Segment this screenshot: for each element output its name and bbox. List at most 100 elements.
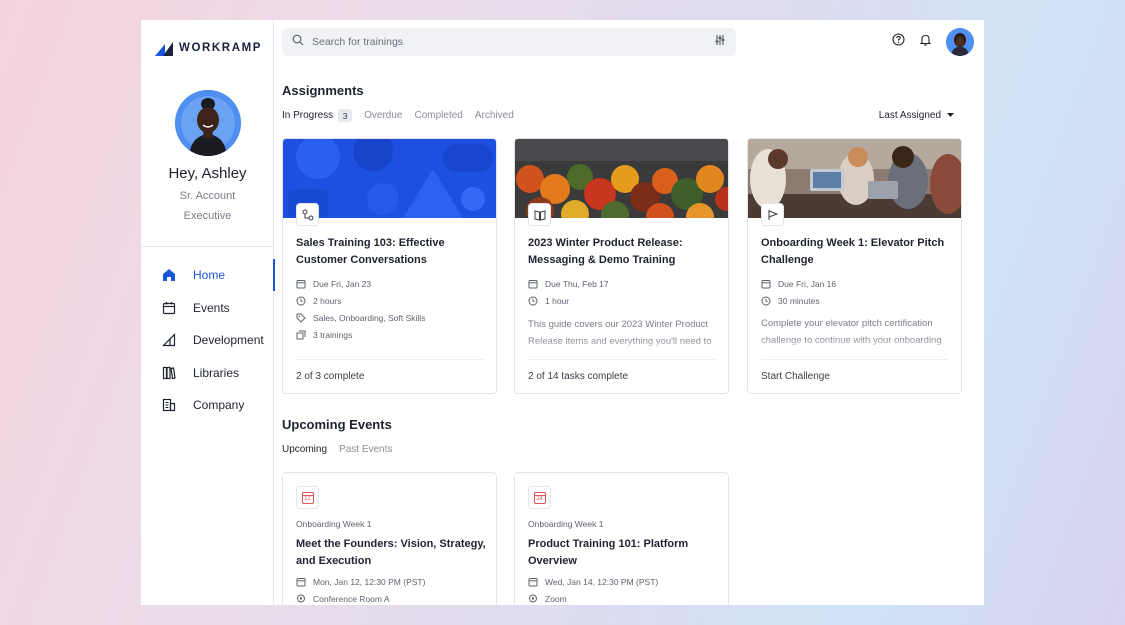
header-actions [892, 28, 974, 56]
avatar-photo [946, 28, 974, 56]
search-input[interactable] [312, 36, 706, 48]
calendar-icon [296, 577, 306, 587]
home-icon [161, 268, 176, 283]
stack-icon [296, 330, 306, 340]
tab-overdue[interactable]: Overdue [364, 110, 402, 121]
event-time-row: Wed, Jan 14, 12:30 PM (PST) [528, 573, 658, 590]
event-meta: Mon, Jan 12, 12:30 PM (PST) Conference R… [296, 573, 425, 605]
start-challenge-link[interactable]: Start Challenge [761, 359, 948, 393]
card-description: This guide covers our 2023 Winter Produc… [528, 319, 712, 356]
tab-upcoming[interactable]: Upcoming [282, 444, 327, 455]
location-pin-icon [296, 594, 306, 604]
building-icon [161, 398, 176, 413]
due-date: Due Fri, Jan 23 [313, 278, 372, 289]
location-pin-icon [528, 594, 538, 604]
assignment-card[interactable]: Sales Training 103: Effective Customer C… [282, 138, 497, 394]
tab-label: In Progress [282, 110, 334, 121]
sort-dropdown[interactable]: Last Assigned [879, 110, 954, 121]
tab-label: Overdue [364, 110, 403, 121]
tab-label: Archived [474, 110, 514, 121]
clock-icon [296, 296, 306, 306]
user-greeting: Hey, Ashley [168, 165, 247, 182]
tab-label: Upcoming [282, 444, 328, 455]
assignment-card[interactable]: 2023 Winter Product Release: Messaging &… [514, 138, 729, 394]
card-title: Onboarding Week 1: Elevator Pitch Challe… [761, 237, 945, 266]
card-meta: Due Fri, Jan 23 2 hours Sales, Onboardin… [296, 275, 491, 343]
search-bar [282, 28, 736, 56]
user-role: Sr. Account Executive [179, 190, 236, 222]
duration-row: 30 minutes [761, 292, 956, 309]
duration-row: 2 hours [296, 292, 491, 309]
event-location: Zoom [545, 593, 567, 604]
sidebar-nav: Home Events Development Libraries Compan… [141, 259, 275, 422]
event-calendar-icon: 12 [296, 486, 319, 509]
events-title: Upcoming Events [282, 417, 392, 432]
trainings-row: 3 trainings [296, 326, 491, 343]
event-meta: Wed, Jan 14, 12:30 PM (PST) Zoom [528, 573, 658, 605]
assignment-card[interactable]: Onboarding Week 1: Elevator Pitch Challe… [747, 138, 962, 394]
due-calendar-icon [761, 279, 771, 289]
sidebar-item-libraries[interactable]: Libraries [141, 357, 274, 390]
sort-label: Last Assigned [878, 110, 941, 121]
assignments-tabs: In Progress 3 Overdue Completed Archived [282, 109, 514, 122]
filter-icon[interactable] [714, 33, 726, 51]
tab-in-progress[interactable]: In Progress 3 [282, 109, 353, 122]
due-row: Due Fri, Jan 23 [296, 275, 491, 292]
event-series: Onboarding Week 1 [528, 519, 604, 529]
sidebar-item-development[interactable]: Development [141, 324, 274, 357]
count-badge: 3 [338, 109, 353, 122]
tab-past-events[interactable]: Past Events [339, 444, 392, 455]
event-day: 12 [301, 491, 314, 504]
brand-name: WORKRAMP [179, 42, 263, 54]
due-date: Due Thu, Feb 17 [545, 278, 609, 289]
sidebar-item-events[interactable]: Events [141, 292, 274, 325]
sidebar-divider [141, 246, 274, 247]
sidebar: WORKRAMP Hey, Ashley Sr. Account Executi… [141, 20, 275, 605]
user-avatar[interactable] [946, 28, 974, 56]
search-icon [292, 33, 304, 51]
event-time: Wed, Jan 14, 12:30 PM (PST) [545, 576, 659, 587]
event-location-row: Zoom [528, 590, 658, 605]
sidebar-item-label: Libraries [193, 365, 240, 380]
tab-archived[interactable]: Archived [475, 110, 514, 121]
sidebar-item-company[interactable]: Company [141, 389, 274, 422]
card-meta: Due Thu, Feb 17 1 hour [528, 275, 723, 309]
due-calendar-icon [528, 279, 538, 289]
brand-logo[interactable]: WORKRAMP [155, 40, 262, 56]
calendar-icon [528, 577, 538, 587]
trainings-count: 3 trainings [313, 329, 353, 340]
event-location-row: Conference Room A [296, 590, 425, 605]
event-time-row: Mon, Jan 12, 12:30 PM (PST) [296, 573, 425, 590]
event-calendar-icon: 24 [528, 486, 551, 509]
due-row: Due Thu, Feb 17 [528, 275, 723, 292]
workramp-logo-icon [155, 42, 173, 56]
sidebar-item-label: Home [193, 268, 226, 283]
caret-down-icon [947, 110, 954, 121]
duration-row: 1 hour [528, 292, 723, 309]
event-title: Product Training 101: Platform Overview [528, 538, 689, 567]
help-icon[interactable] [892, 33, 905, 51]
sidebar-item-label: Company [193, 398, 245, 413]
events-tabs: Upcoming Past Events [282, 444, 392, 455]
card-title: Sales Training 103: Effective Customer C… [296, 237, 445, 266]
event-card[interactable]: 12 Onboarding Week 1 Meet the Founders: … [282, 472, 497, 605]
duration: 1 hour [545, 295, 570, 306]
due-date: Due Fri, Jan 16 [778, 278, 837, 289]
card-progress: 2 of 3 complete [296, 359, 483, 393]
event-location: Conference Room A [313, 593, 390, 604]
card-meta: Due Fri, Jan 16 30 minutes [761, 275, 956, 309]
event-day: 24 [533, 491, 546, 504]
ramp-icon [161, 333, 176, 348]
duration: 2 hours [313, 295, 342, 306]
tags-row: Sales, Onboarding, Soft Skills [296, 309, 491, 326]
sidebar-item-label: Development [193, 333, 264, 348]
duration: 30 minutes [778, 295, 820, 306]
card-progress: 2 of 14 tasks complete [528, 359, 715, 393]
event-card[interactable]: 24 Onboarding Week 1 Product Training 10… [514, 472, 729, 605]
tab-completed[interactable]: Completed [415, 110, 463, 121]
bell-icon[interactable] [919, 33, 932, 51]
flag-icon [761, 203, 784, 226]
profile-avatar[interactable] [175, 90, 241, 156]
sidebar-item-home[interactable]: Home [141, 259, 275, 292]
event-title: Meet the Founders: Vision, Strategy, and… [296, 538, 486, 567]
